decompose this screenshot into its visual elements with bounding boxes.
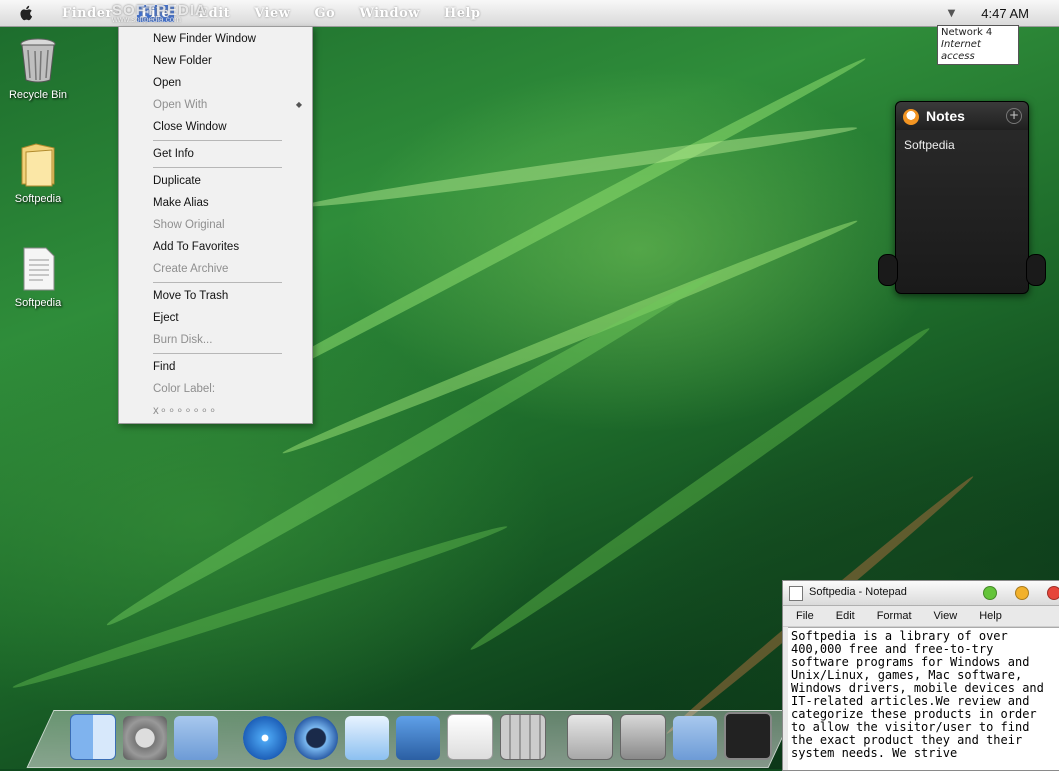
menu-item-new-folder[interactable]: New Folder — [119, 50, 312, 72]
plus-icon[interactable]: + — [1006, 108, 1022, 124]
desktop-icon-softpedia-file[interactable]: Softpedia — [0, 246, 76, 309]
menu-item-open-with-label: Open With — [153, 99, 208, 111]
menu-separator — [153, 353, 282, 354]
boot-camp-icon[interactable] — [620, 714, 666, 760]
wallpaper-blade — [279, 214, 861, 460]
notepad-menu-help[interactable]: Help — [979, 610, 1002, 622]
color-label-swatches[interactable]: x∘∘∘∘∘∘∘ — [119, 400, 312, 422]
notes-widget[interactable]: Notes + Softpedia — [895, 101, 1029, 294]
status-area: ▼ 4:47 AM — [948, 0, 1029, 26]
clock[interactable]: 4:47 AM — [981, 6, 1029, 21]
system-preferences-icon[interactable] — [123, 716, 167, 760]
notepad-text-area[interactable]: Softpedia is a library of over 400,000 f… — [788, 627, 1059, 770]
notepad-menu-file[interactable]: File — [796, 610, 814, 622]
notepad-menu-format[interactable]: Format — [877, 610, 912, 622]
close-button[interactable] — [1047, 586, 1059, 600]
wallpaper-blade — [301, 121, 859, 213]
menu-view[interactable]: View — [254, 6, 290, 21]
library-folder-icon[interactable] — [673, 716, 717, 760]
minimize-button[interactable] — [1015, 586, 1029, 600]
desktop-icon-label: Softpedia — [14, 193, 62, 205]
folder-icon — [21, 143, 55, 187]
notes-right-knob — [1026, 254, 1046, 286]
notes-content[interactable]: Softpedia — [896, 130, 1028, 160]
text-file-icon — [23, 247, 55, 291]
menu-item-color-label: Color Label: — [153, 383, 216, 395]
menu-item-make-alias[interactable]: Make Alias — [119, 192, 312, 214]
network-icon[interactable]: ▼ — [948, 8, 956, 19]
menu-item-add-to-favorites[interactable]: Add To Favorites — [119, 236, 312, 258]
menu-item-show-original: Show Original — [153, 219, 225, 231]
textedit-icon[interactable] — [447, 714, 493, 760]
notes-left-knob — [878, 254, 898, 286]
notepad-title: Softpedia - Notepad — [809, 586, 907, 598]
notepad-menu-view[interactable]: View — [934, 610, 958, 622]
apple-icon[interactable] — [18, 4, 36, 22]
network-tooltip: Network 4 Internet access — [937, 25, 1019, 65]
dashboard-icon[interactable] — [724, 712, 772, 760]
quicktime-icon[interactable] — [294, 716, 338, 760]
menu-finder[interactable]: Finder — [62, 6, 113, 21]
calculator-icon[interactable] — [500, 714, 546, 760]
users-folder-icon[interactable] — [174, 716, 218, 760]
notes-title: Notes — [926, 108, 965, 124]
notepad-menubar: File Edit Format View Help — [783, 606, 1059, 627]
menu-help[interactable]: Help — [444, 6, 481, 21]
desktop-icon-recycle-bin[interactable]: Recycle Bin — [0, 36, 76, 101]
notepad-window: Softpedia - Notepad File Edit Format Vie… — [782, 580, 1059, 771]
menu-separator — [153, 167, 282, 168]
maximize-button[interactable] — [983, 586, 997, 600]
safari-icon[interactable] — [243, 716, 287, 760]
trash-icon — [20, 38, 56, 83]
menu-window[interactable]: Window — [359, 6, 420, 21]
desktop-icon-label: Softpedia — [14, 297, 62, 309]
menu-item-new-finder-window[interactable]: New Finder Window — [119, 28, 312, 50]
menu-item-open[interactable]: Open — [119, 72, 312, 94]
notes-header: Notes + — [896, 102, 1028, 130]
desktop-icon-softpedia-folder[interactable]: Softpedia — [0, 140, 76, 205]
softpedia-watermark: SOFTPEDIA www.softpedia.com — [112, 2, 207, 24]
menu-bar: Finder File Edit View Go Window Help SOF… — [0, 0, 1059, 27]
app-store-icon[interactable] — [567, 714, 613, 760]
menu-go[interactable]: Go — [314, 6, 335, 21]
menu-separator — [153, 282, 282, 283]
menu-item-create-archive: Create Archive — [153, 263, 229, 275]
menu-item-open-with: Open With ◆ — [119, 94, 312, 116]
notepad-app-icon — [789, 586, 803, 601]
network-status: Internet access — [941, 39, 981, 62]
menu-item-find[interactable]: Find — [119, 356, 312, 378]
iphoto-icon[interactable] — [396, 716, 440, 760]
menu-item-get-info[interactable]: Get Info — [119, 143, 312, 165]
menu-item-move-to-trash[interactable]: Move To Trash — [119, 285, 312, 307]
mail-icon[interactable] — [345, 716, 389, 760]
menu-separator — [153, 140, 282, 141]
notepad-menu-edit[interactable]: Edit — [836, 610, 855, 622]
menu-item-close-window[interactable]: Close Window — [119, 116, 312, 138]
menu-item-burn-disk: Burn Disk... — [153, 334, 213, 346]
notepad-titlebar[interactable]: Softpedia - Notepad — [783, 581, 1059, 606]
submenu-arrow-icon: ◆ — [295, 100, 302, 109]
network-title: Network 4 — [941, 27, 993, 38]
menu-item-eject[interactable]: Eject — [119, 307, 312, 329]
dock — [70, 704, 779, 760]
desktop-icon-label: Recycle Bin — [8, 89, 68, 101]
menu-item-duplicate[interactable]: Duplicate — [119, 170, 312, 192]
file-menu-dropdown: New Finder Window New Folder Open Open W… — [118, 26, 313, 424]
notes-logo-icon — [903, 109, 919, 125]
finder-icon[interactable] — [70, 714, 116, 760]
